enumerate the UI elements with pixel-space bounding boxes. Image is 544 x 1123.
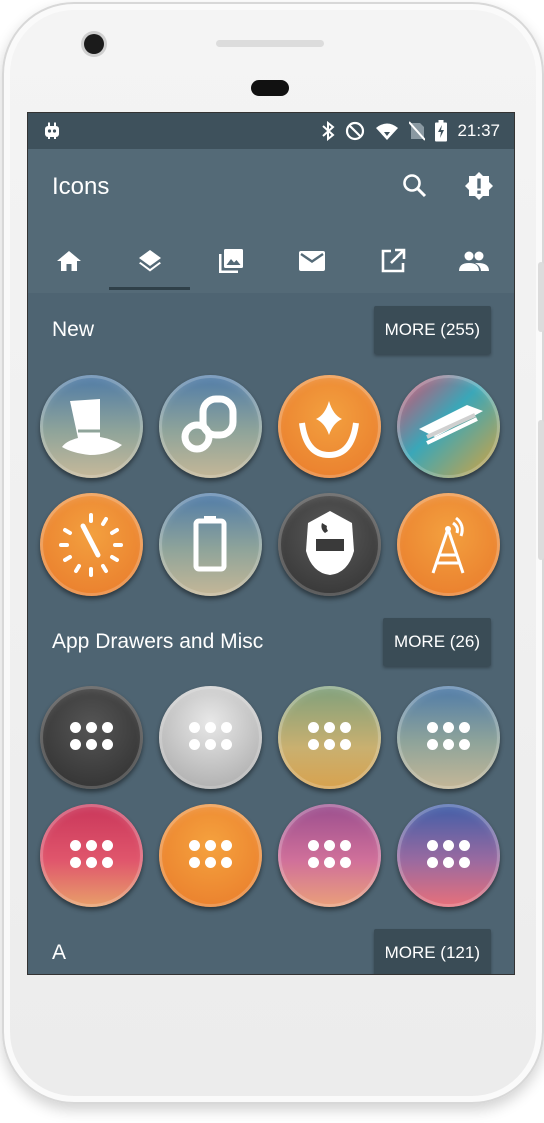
tab-layers[interactable] — [109, 233, 190, 293]
earpiece — [251, 80, 289, 96]
section-title: New — [52, 318, 95, 341]
tab-photos[interactable] — [190, 233, 271, 293]
section-title: A — [52, 941, 67, 964]
section-drawers-header: App Drawers and Misc MORE (26) — [28, 618, 514, 668]
volume-button — [538, 262, 544, 332]
app-bar: Icons — [28, 149, 514, 293]
page-title: Icons — [52, 173, 110, 200]
tab-bar — [28, 233, 514, 293]
drawer-orange-icon[interactable] — [159, 804, 262, 907]
more-drawers-button[interactable]: MORE (26) — [383, 618, 491, 666]
drawer-black-icon[interactable] — [40, 686, 143, 789]
railway-app-icon[interactable] — [397, 375, 500, 478]
open-in-new-icon — [380, 248, 406, 279]
section-a-header: A MORE (121) — [28, 929, 514, 974]
front-camera — [84, 34, 104, 54]
drawer-silver-icon[interactable] — [159, 686, 262, 789]
android-debug-icon — [42, 121, 62, 141]
drawer-blue-icon[interactable] — [397, 686, 500, 789]
layers-icon — [137, 248, 163, 279]
status-bar: 21:37 — [28, 113, 514, 149]
battery-charging-icon — [435, 120, 448, 142]
star-face-app-icon[interactable] — [278, 375, 381, 478]
status-time: 21:37 — [457, 121, 500, 140]
home-icon — [56, 249, 82, 278]
top-hat-app-icon[interactable] — [40, 375, 143, 478]
more-new-button[interactable]: MORE (255) — [373, 306, 491, 354]
loop-app-icon[interactable] — [159, 375, 262, 478]
power-button — [538, 420, 544, 560]
battery-app-icon[interactable] — [159, 493, 262, 596]
no-sim-icon — [409, 121, 426, 141]
people-icon — [458, 250, 490, 277]
top-speaker — [216, 40, 324, 47]
drawer-red-icon[interactable] — [40, 804, 143, 907]
drawer-indigo-icon[interactable] — [397, 804, 500, 907]
new-icons-grid — [40, 375, 502, 596]
drawer-olive-icon[interactable] — [278, 686, 381, 789]
tab-people[interactable] — [433, 233, 514, 293]
alert-badge-icon[interactable] — [464, 171, 494, 201]
do-not-disturb-icon — [345, 121, 365, 141]
mask-phone-app-icon[interactable] — [278, 493, 381, 596]
wifi-icon — [375, 121, 399, 141]
clock-app-icon[interactable] — [40, 493, 143, 596]
drawer-icons-grid — [40, 686, 502, 907]
screen: 21:37 Icons New MORE (255) App Drawers a… — [27, 112, 515, 975]
mail-icon — [298, 250, 326, 277]
drawer-purple-icon[interactable] — [278, 804, 381, 907]
photo-library-icon — [217, 247, 245, 280]
status-icons: 21:37 — [321, 113, 500, 149]
bluetooth-icon — [321, 121, 335, 141]
section-new-header: New MORE (255) — [28, 306, 514, 356]
antenna-app-icon[interactable] — [397, 493, 500, 596]
tab-mail[interactable] — [271, 233, 352, 293]
section-title: App Drawers and Misc — [52, 630, 264, 653]
more-a-button[interactable]: MORE (121) — [373, 929, 491, 974]
tab-home[interactable] — [28, 233, 109, 293]
tab-external[interactable] — [352, 233, 433, 293]
search-icon[interactable] — [400, 171, 430, 201]
